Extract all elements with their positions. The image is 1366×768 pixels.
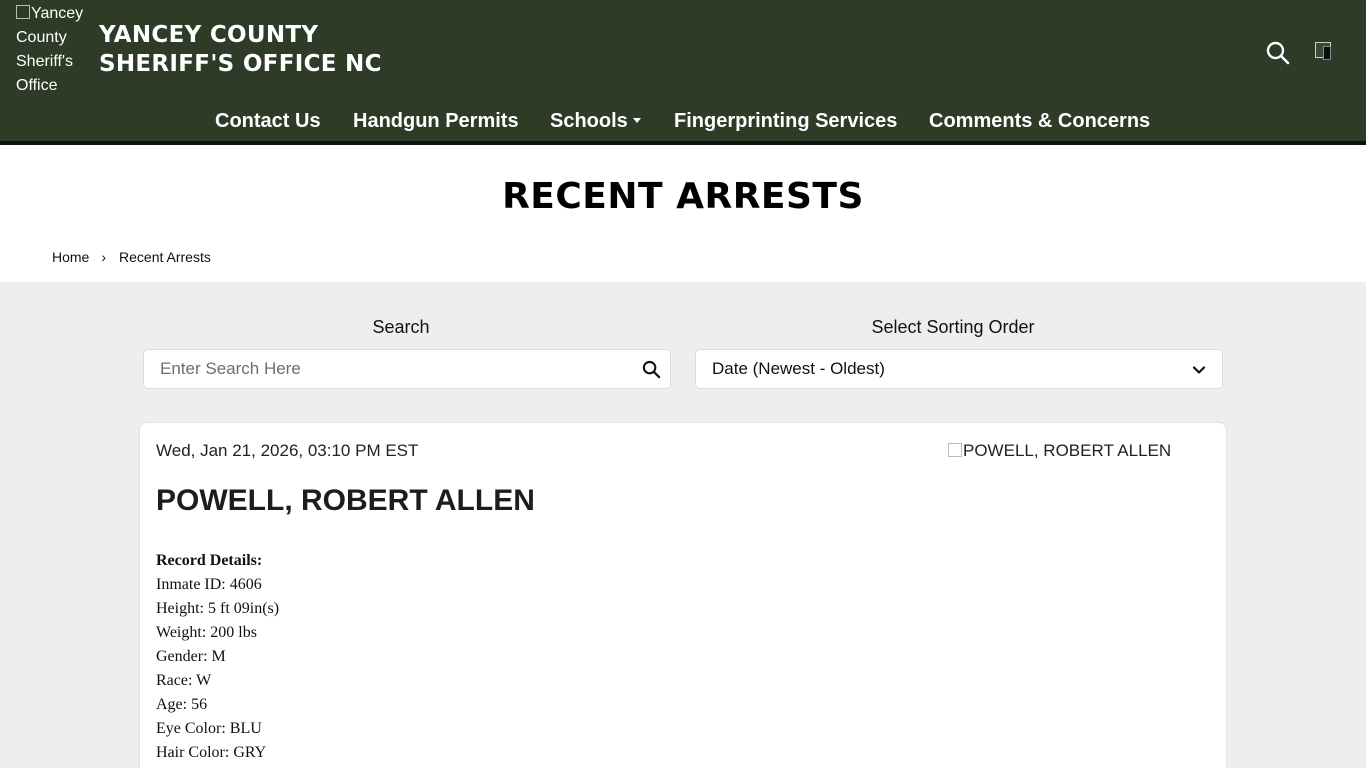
site-title[interactable]: YANCEY COUNTY SHERIFF'S OFFICE NC bbox=[99, 21, 382, 79]
caret-down-icon bbox=[632, 118, 641, 123]
broken-image-icon bbox=[16, 5, 30, 19]
site-title-line1: YANCEY COUNTY bbox=[99, 22, 319, 48]
sort-order-value: Date (Newest - Oldest) bbox=[712, 359, 885, 378]
main-nav: Contact Us Handgun Permits Schools Finge… bbox=[0, 104, 1366, 138]
search-label: Search bbox=[372, 317, 430, 337]
chevron-down-icon bbox=[1192, 366, 1206, 374]
breadcrumb-home[interactable]: Home bbox=[52, 248, 89, 266]
record-details: Record Details: Inmate ID: 4606 Height: … bbox=[156, 549, 279, 765]
detail-age: Age: 56 bbox=[156, 696, 208, 713]
site-title-line2: SHERIFF'S OFFICE NC bbox=[99, 51, 382, 77]
sort-order-select[interactable]: Date (Newest - Oldest) bbox=[695, 349, 1223, 389]
breadcrumb-current: Recent Arrests bbox=[119, 249, 211, 265]
detail-height: Height: 5 ft 09in(s) bbox=[156, 600, 280, 617]
breadcrumb: Home › Recent Arrests bbox=[52, 248, 211, 266]
inmate-photo-alt-text: POWELL, ROBERT ALLEN bbox=[963, 441, 1172, 460]
sort-label: Select Sorting Order bbox=[871, 317, 1035, 337]
detail-hair-color: Hair Color: GRY bbox=[156, 744, 267, 761]
record-details-heading: Record Details: bbox=[156, 552, 263, 569]
detail-gender: Gender: M bbox=[156, 648, 226, 665]
title-band: RECENT ARRESTS Home › Recent Arrests bbox=[0, 145, 1366, 282]
detail-weight: Weight: 200 lbs bbox=[156, 624, 257, 641]
search-icon[interactable] bbox=[1266, 41, 1290, 65]
site-logo[interactable]: Yancey County Sheriff's Office bbox=[16, 2, 92, 98]
inmate-photo[interactable]: POWELL, ROBERT ALLEN bbox=[948, 441, 1171, 461]
nav-fingerprinting-services[interactable]: Fingerprinting Services bbox=[674, 104, 897, 138]
search-input[interactable] bbox=[144, 350, 624, 388]
inmate-name[interactable]: POWELL, ROBERT ALLEN bbox=[156, 483, 535, 519]
nav-contact-us[interactable]: Contact Us bbox=[215, 104, 321, 138]
search-icon[interactable] bbox=[642, 360, 661, 379]
nav-schools[interactable]: Schools bbox=[550, 104, 641, 138]
nav-schools-label: Schools bbox=[550, 110, 628, 132]
nav-handgun-permits[interactable]: Handgun Permits bbox=[353, 104, 519, 138]
detail-race: Race: W bbox=[156, 672, 212, 689]
site-header: Yancey County Sheriff's Office YANCEY CO… bbox=[0, 0, 1366, 141]
arrest-record-card: Wed, Jan 21, 2026, 03:10 PM EST POWELL, … bbox=[139, 422, 1227, 768]
account-image-icon[interactable] bbox=[1315, 42, 1337, 62]
search-box bbox=[143, 349, 671, 389]
page-title: RECENT ARRESTS bbox=[502, 176, 864, 217]
broken-image-icon bbox=[948, 443, 962, 457]
nav-comments-concerns[interactable]: Comments & Concerns bbox=[929, 104, 1150, 138]
arrest-date: Wed, Jan 21, 2026, 03:10 PM EST bbox=[156, 441, 419, 460]
detail-inmate-id: Inmate ID: 4606 bbox=[156, 576, 262, 593]
breadcrumb-separator: › bbox=[101, 249, 107, 265]
detail-eye-color: Eye Color: BLU bbox=[156, 720, 262, 737]
